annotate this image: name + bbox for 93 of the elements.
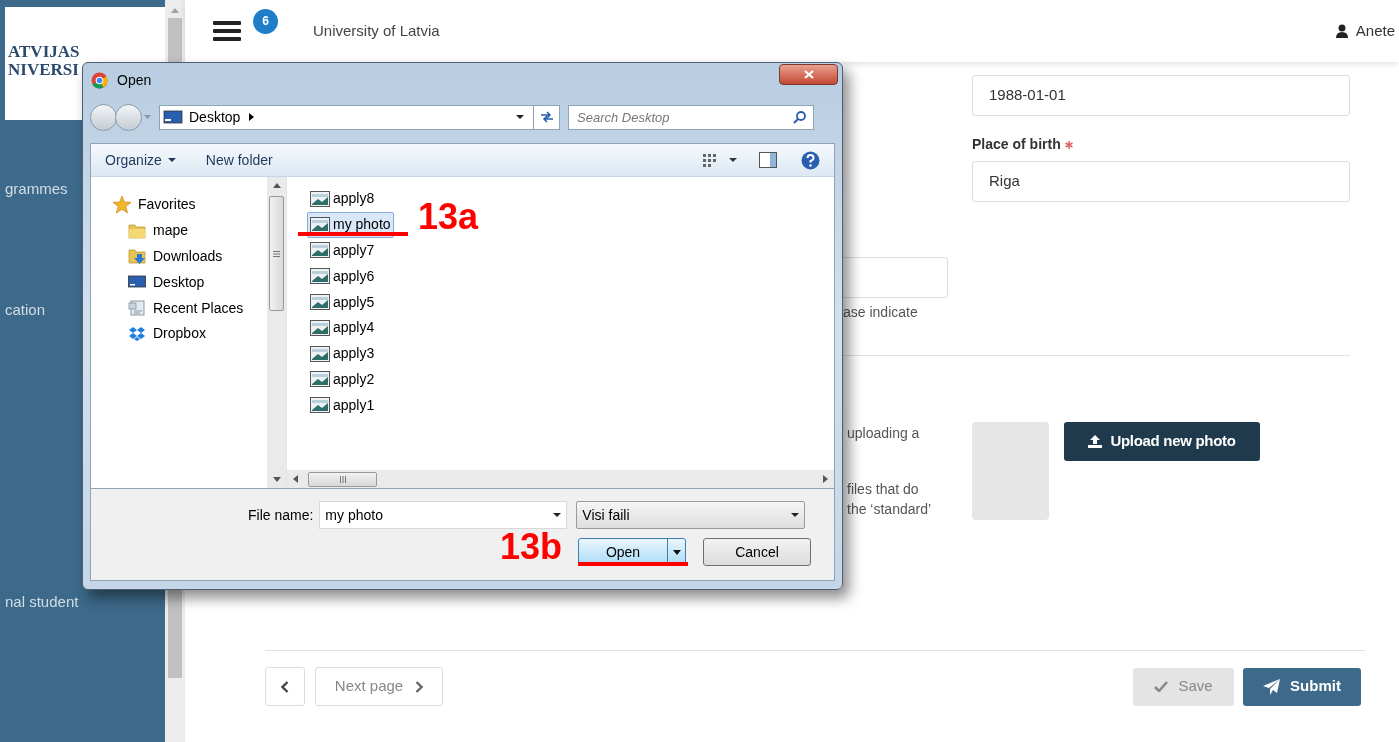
new-folder-button[interactable]: New folder (205, 149, 273, 171)
file-item[interactable]: apply5 (307, 289, 378, 315)
grip-icon (273, 250, 280, 257)
help-text: ase indicate (843, 303, 919, 322)
help-text: files that do (847, 480, 920, 498)
upload-button[interactable]: Upload new photo (1064, 422, 1260, 461)
image-file-icon (310, 345, 330, 362)
browser-icon (91, 71, 108, 89)
organize-button[interactable]: Organize (105, 149, 176, 171)
annotation-label: 13b (500, 527, 563, 567)
downloads-folder-icon (128, 247, 146, 266)
scroll-thumb[interactable] (308, 471, 377, 487)
file-name-label: File name: (248, 505, 314, 525)
file-item[interactable]: apply6 (307, 263, 378, 290)
menu-icon (213, 20, 241, 42)
scroll-down-icon (272, 477, 281, 482)
file-item[interactable]: apply4 (307, 315, 378, 341)
nav-scrollbar[interactable] (267, 177, 286, 488)
upload-icon (1088, 435, 1103, 448)
file-item[interactable]: apply7 (307, 237, 378, 264)
scroll-left-icon (293, 475, 298, 483)
image-file-icon (310, 319, 330, 336)
grip-icon (339, 475, 346, 483)
next-page-button[interactable]: Next page (315, 667, 443, 706)
back-button[interactable] (90, 103, 117, 131)
view-options-icon (703, 153, 719, 167)
preview-pane-icon (759, 152, 777, 168)
close-button[interactable] (779, 64, 838, 85)
user-icon (1335, 24, 1348, 38)
nav-item[interactable]: mape (113, 217, 267, 244)
paper-plane-icon (1263, 678, 1281, 695)
search-field[interactable]: Search Desktop (568, 104, 814, 130)
image-file-icon (310, 242, 330, 259)
image-file-icon (310, 190, 330, 207)
dropdown-value: Visi faili (582, 505, 631, 525)
annotation-label: 13a (418, 197, 479, 237)
image-file-icon (310, 216, 330, 233)
check-icon (1154, 681, 1169, 692)
field-label: Place of birth (972, 135, 1061, 154)
caret-icon (729, 158, 737, 162)
image-file-icon (310, 397, 330, 414)
window-title: Open (117, 70, 152, 90)
file-type-dropdown[interactable]: Visi faili (576, 501, 806, 529)
nav-item[interactable]: Downloads (113, 243, 267, 270)
nav-item[interactable]: Desktop (113, 269, 267, 296)
caret-icon (144, 115, 151, 119)
help-text: uploading a (847, 424, 921, 442)
user-name[interactable]: Anete (1355, 19, 1395, 43)
file-item[interactable]: apply1 (307, 392, 378, 419)
recent-places-icon (128, 299, 146, 318)
site-title: University of Latvia (313, 20, 440, 41)
caret-icon (167, 158, 176, 162)
refresh-icon (539, 111, 554, 123)
scroll-up-icon (170, 6, 180, 14)
chevron-left-icon (281, 680, 289, 693)
sidebar-item[interactable]: nal student (5, 591, 165, 614)
horizontal-scrollbar[interactable] (287, 470, 834, 488)
previous-page-button[interactable] (265, 667, 305, 706)
caret-icon (672, 549, 681, 555)
cancel-button[interactable]: Cancel (703, 538, 811, 566)
chevron-right-icon (415, 680, 424, 693)
image-file-icon (310, 268, 330, 285)
scroll-thumb[interactable] (269, 196, 284, 311)
image-file-icon (310, 371, 330, 388)
image-file-icon (310, 294, 330, 311)
notification-badge: 6 (253, 8, 278, 34)
forward-button[interactable] (115, 103, 142, 131)
help-icon (801, 150, 820, 170)
submit-button[interactable]: Submit (1243, 667, 1361, 706)
address-text: Desktop (189, 107, 241, 127)
nav-item[interactable]: Recent Places (113, 295, 267, 321)
nav-item[interactable]: Dropbox (113, 321, 267, 347)
scroll-right-icon (823, 475, 828, 483)
input-field[interactable]: 1988-01-01 (972, 75, 1350, 116)
logo-text: ATVIJAS (8, 43, 81, 61)
breadcrumb-arrow-icon (249, 113, 255, 121)
close-icon (803, 70, 814, 79)
star-icon (113, 195, 131, 214)
file-item[interactable]: apply2 (307, 366, 378, 393)
file-item[interactable]: apply3 (307, 340, 378, 367)
address-bar[interactable]: Desktop (159, 104, 560, 130)
scroll-up-icon (272, 183, 281, 188)
dropdown-caret-icon (516, 115, 524, 119)
folder-icon (128, 221, 146, 240)
help-text: the ‘standard’ (847, 500, 933, 518)
nav-item[interactable]: Favorites (113, 192, 267, 218)
file-item[interactable]: apply8 (307, 186, 378, 212)
logo-text: NIVERSI (8, 61, 80, 79)
input-field[interactable]: Riga (972, 161, 1350, 202)
desktop-icon (163, 109, 183, 125)
box-icon (128, 324, 146, 343)
dropdown-caret-icon (791, 513, 800, 517)
file-name-field[interactable]: my photo (319, 501, 568, 529)
